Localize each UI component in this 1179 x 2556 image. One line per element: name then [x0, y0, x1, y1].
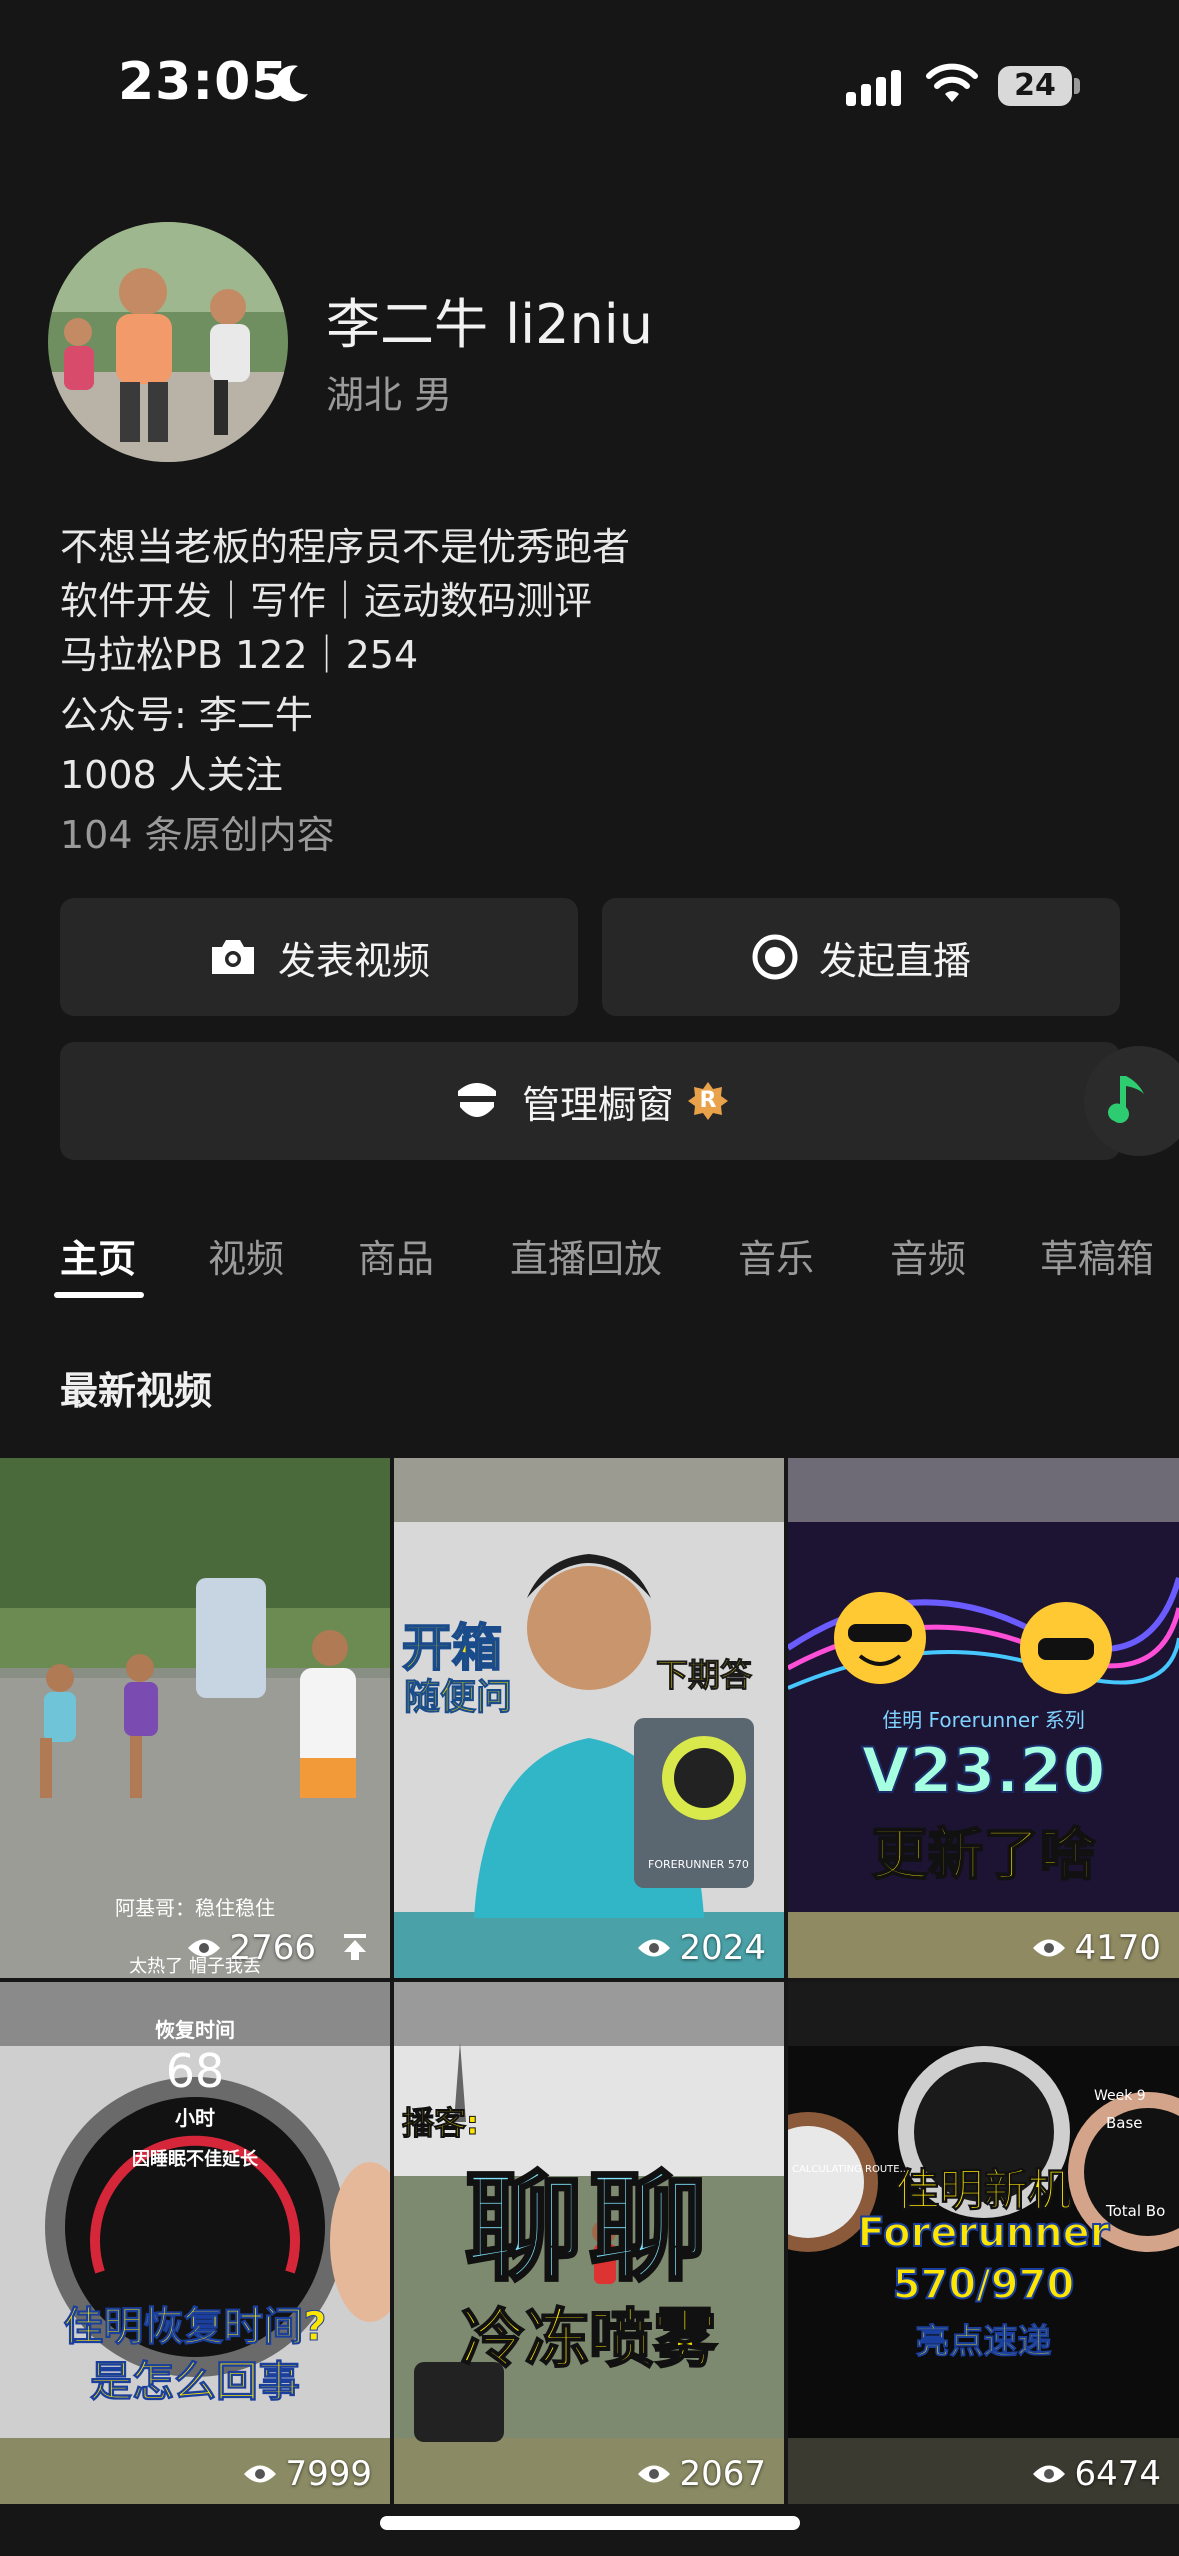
video-tile-5[interactable]: 播客: 聊聊 冷冻喷雾 2067 [394, 1982, 784, 2504]
view-count: 4170 [1032, 1928, 1161, 1968]
watch-recovery-unit: 小时 [175, 2106, 215, 2130]
eye-icon [188, 1939, 221, 1957]
view-count: 7999 [243, 2454, 372, 2494]
tab-products[interactable]: 商品 [358, 1228, 434, 1283]
video-title-answer: 下期答 [655, 1656, 753, 1695]
eye-icon [638, 1939, 671, 1957]
showcase-badge: R [688, 1081, 728, 1121]
watch-recovery-note: 因睡眠不佳延长 [132, 2149, 258, 2170]
video-title-line4: 亮点速递 [915, 2322, 1052, 2363]
video-tile-1[interactable]: 阿基哥：稳住稳住 太热了 帽子我丢 2766 [0, 1458, 390, 1978]
live-record-icon [751, 933, 799, 981]
go-live-button[interactable]: 发起直播 [602, 898, 1120, 1016]
watch-recovery-label: 恢复时间 [155, 2018, 235, 2042]
video-title-line1: 佳明新机 [895, 2165, 1072, 2217]
view-count: 2067 [637, 2454, 766, 2494]
music-note-icon [1108, 1076, 1144, 1123]
profile-username: 李二牛 li2niu [326, 293, 653, 356]
avatar[interactable] [48, 222, 288, 462]
pin-top-icon [344, 1934, 366, 1960]
wifi-icon [926, 63, 978, 102]
moon-icon [275, 65, 308, 102]
video-title-ask: 随便问 [403, 1677, 513, 1719]
tab-drafts[interactable]: 草稿箱 [1040, 1228, 1154, 1283]
camera-icon [208, 937, 258, 977]
bio-line-1: 不想当老板的程序员不是优秀跑者 [60, 525, 631, 569]
eye-icon [638, 2465, 671, 2483]
latest-videos-heading: 最新视频 [60, 1369, 213, 1413]
view-count: 2024 [637, 1928, 766, 1968]
video-tile-3[interactable]: 佳明 Forerunner 系列 V23.20 更新了啥 4170 [788, 1458, 1179, 1978]
video-title-line1: 佳明恢复时间? [63, 2304, 327, 2351]
eye-icon [1033, 2465, 1066, 2483]
active-tab-indicator [54, 1292, 144, 1298]
video-headline: V23.20 [860, 1733, 1106, 1808]
video-tagline: 更新了啥 [871, 1822, 1097, 1889]
video-title-line2: Forerunner [856, 2209, 1110, 2257]
tab-live-replay[interactable]: 直播回放 [510, 1228, 662, 1283]
post-video-label: 发表视频 [277, 938, 430, 983]
tab-home[interactable]: 主页 [60, 1228, 136, 1283]
tab-videos[interactable]: 视频 [208, 1228, 284, 1283]
cellular-signal-icon [846, 70, 901, 106]
status-time: 23:05 [118, 52, 289, 112]
video-title-line3: 570/970 [892, 2261, 1076, 2309]
video-tile-2[interactable]: 开箱 随便问 下期答 FORERUNNER 570 2024 [394, 1458, 784, 1978]
manage-showcase-label: 管理橱窗 [521, 1082, 674, 1127]
home-indicator[interactable] [380, 2516, 800, 2530]
video-tile-6[interactable]: CALCULATING ROUTE... Week 9 Base Total B… [788, 1982, 1179, 2504]
manage-showcase-button[interactable]: 管理橱窗 R [60, 1042, 1120, 1160]
video-title-line2: 是怎么回事 [89, 2357, 300, 2407]
battery-indicator: 24 [998, 66, 1072, 106]
go-live-label: 发起直播 [818, 938, 971, 983]
watch-base-text: Base [1106, 2114, 1143, 2132]
battery-nub [1074, 78, 1080, 94]
view-count: 2766 [187, 1928, 316, 1968]
bio-line-4: 公众号: 李二牛 [60, 693, 313, 737]
post-video-button[interactable]: 发表视频 [60, 898, 578, 1016]
eye-icon [1033, 1939, 1066, 1957]
watch-box-label: FORERUNNER 570 [648, 1858, 749, 1871]
video-title-big: 聊聊 [463, 2158, 713, 2299]
followers-count[interactable]: 1008 人关注 [60, 744, 283, 799]
bio-line-3: 马拉松PB 122｜254 [60, 633, 419, 677]
tab-music[interactable]: 音乐 [738, 1228, 814, 1283]
tab-audio[interactable]: 音频 [890, 1228, 966, 1283]
watch-week-text: Week 9 [1094, 2088, 1146, 2104]
storefront-icon [452, 1077, 502, 1125]
profile-location-gender: 湖北 男 [326, 373, 453, 417]
watch-recovery-value: 68 [165, 2044, 225, 2098]
video-caption-top: 阿基哥：稳住稳住 [115, 1896, 275, 1920]
video-title-line: 冷冻喷雾 [460, 2302, 718, 2378]
view-count: 6474 [1032, 2454, 1161, 2494]
video-tile-4[interactable]: 恢复时间 68 小时 因睡眠不佳延长 佳明恢复时间? 是怎么回事 7999 [0, 1982, 390, 2504]
video-subtitle: 佳明 Forerunner 系列 [882, 1708, 1085, 1732]
bio-line-2: 软件开发｜写作｜运动数码测评 [60, 579, 593, 623]
eye-icon [244, 2465, 277, 2483]
originals-count: 104 条原创内容 [60, 813, 335, 857]
